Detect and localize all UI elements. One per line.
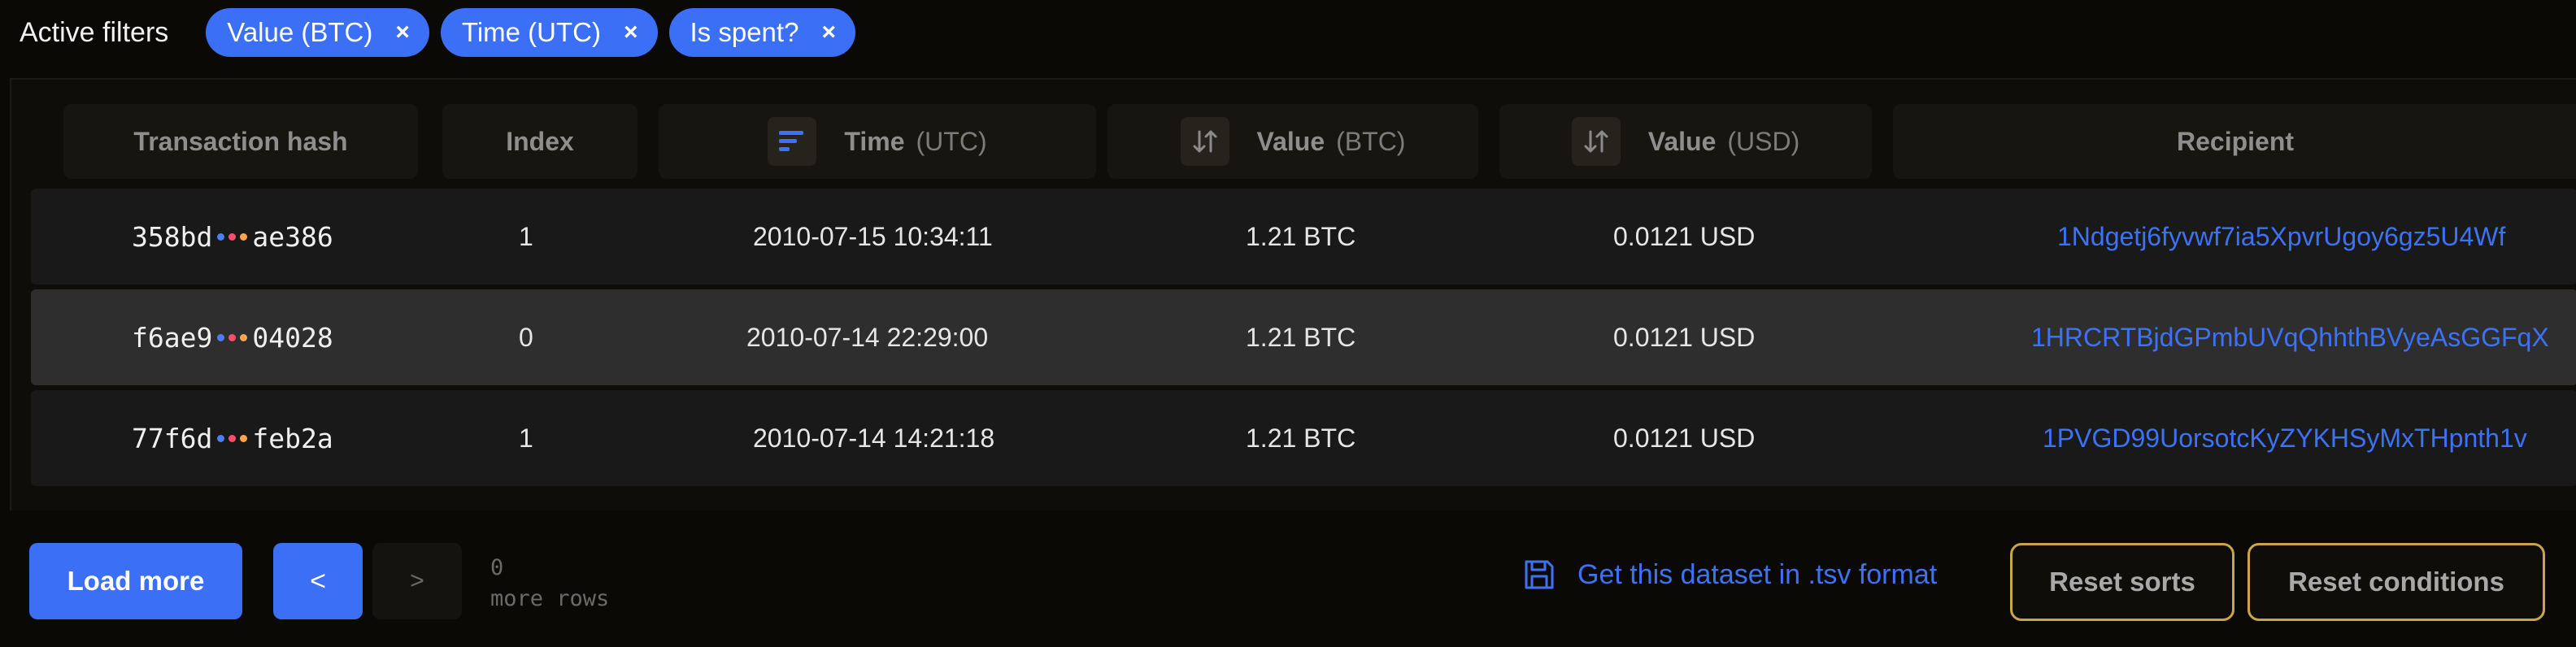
next-page-button[interactable]: > — [372, 543, 462, 619]
close-icon[interactable]: × — [821, 20, 836, 45]
transactions-view: Active filters Value (BTC) × Time (UTC) … — [0, 0, 2576, 647]
column-header-label: Value — [1256, 126, 1325, 156]
column-header-index[interactable]: Index — [442, 104, 637, 179]
column-header-time[interactable]: Time (UTC) — [659, 104, 1096, 179]
transaction-hash[interactable]: f6ae9 04028 — [132, 289, 333, 385]
sort-arrows-icon[interactable] — [1180, 117, 1229, 166]
previous-page-button[interactable]: < — [273, 543, 363, 619]
more-rows-count: 0 — [490, 555, 504, 580]
ellipsis-dots-icon — [217, 434, 248, 442]
filter-chip-label: Is spent? — [690, 17, 799, 47]
value-btc: 1.21 BTC — [1246, 221, 1356, 251]
column-header-unit: (BTC) — [1336, 126, 1406, 156]
value-btc: 1.21 BTC — [1246, 423, 1356, 453]
index-value: 0 — [519, 322, 533, 352]
reset-sorts-button[interactable]: Reset sorts — [2010, 543, 2234, 621]
column-header-hash[interactable]: Transaction hash — [63, 104, 418, 179]
value-usd: 0.0121 USD — [1613, 423, 1756, 453]
column-header-value-btc[interactable]: Value (BTC) — [1107, 104, 1478, 179]
time-value: 2010-07-14 22:29:00 — [746, 322, 989, 352]
column-header-label: Index — [506, 126, 574, 156]
index-value: 1 — [519, 423, 533, 453]
value-btc: 1.21 BTC — [1246, 322, 1356, 352]
filter-chip-time-utc[interactable]: Time (UTC) × — [440, 8, 658, 57]
save-icon — [1525, 560, 1554, 589]
column-header-unit: (USD) — [1727, 126, 1800, 156]
filter-chip-label: Time (UTC) — [461, 17, 601, 47]
index-value: 1 — [519, 221, 533, 251]
time-value: 2010-07-14 14:21:18 — [753, 423, 995, 453]
value-usd: 0.0121 USD — [1613, 322, 1756, 352]
filter-chip-is-spent[interactable]: Is spent? × — [668, 8, 855, 57]
recipient-link[interactable]: 1PVGD99UorsotcKyZYKHSyMxTHpnth1v — [2043, 390, 2527, 486]
active-filters-label: Active filters — [20, 16, 169, 48]
download-tsv-link[interactable]: Get this dataset in .tsv format — [1522, 558, 1937, 592]
value-usd: 0.0121 USD — [1613, 221, 1756, 251]
column-header-unit: (UTC) — [916, 126, 987, 156]
recipient-link[interactable]: 1Ndgetj6fyvwf7ia5XpvrUgoy6gz5U4Wf — [2057, 189, 2505, 284]
table-row[interactable]: 358bd ae386 1 2010-07-15 10:34:11 1.21 B… — [31, 189, 2576, 284]
active-filters-bar: Active filters Value (BTC) × Time (UTC) … — [20, 0, 855, 65]
table-row[interactable]: f6ae9 04028 0 2010-07-14 22:29:00 1.21 B… — [31, 289, 2576, 385]
column-header-label: Recipient — [2176, 126, 2295, 156]
ellipsis-dots-icon — [217, 232, 248, 241]
filter-chip-value-btc[interactable]: Value (BTC) × — [206, 8, 429, 57]
table-row[interactable]: 77f6d feb2a 1 2010-07-14 14:21:18 1.21 B… — [31, 390, 2576, 486]
more-rows-indicator: 0 more rows — [490, 553, 609, 614]
transactions-table: Transaction hash Index Time (UTC) Value … — [10, 78, 2576, 510]
time-value: 2010-07-15 10:34:11 — [753, 221, 993, 251]
sort-arrows-icon[interactable] — [1571, 117, 1621, 166]
column-header-recipient[interactable]: Recipient — [1893, 104, 2576, 179]
column-header-label: Value — [1647, 126, 1717, 156]
more-rows-label: more rows — [490, 586, 610, 611]
transaction-hash[interactable]: 77f6d feb2a — [132, 390, 333, 486]
ellipsis-dots-icon — [217, 333, 248, 341]
close-icon[interactable]: × — [395, 20, 410, 45]
reset-conditions-button[interactable]: Reset conditions — [2247, 543, 2545, 621]
transaction-hash[interactable]: 358bd ae386 — [132, 189, 333, 284]
column-header-label: Transaction hash — [133, 126, 348, 156]
filter-chip-label: Value (BTC) — [227, 17, 373, 47]
load-more-button[interactable]: Load more — [29, 543, 242, 619]
close-icon[interactable]: × — [624, 20, 638, 45]
download-tsv-label: Get this dataset in .tsv format — [1577, 558, 1938, 590]
recipient-link[interactable]: 1HRCRTBjdGPmbUVqQhhthBVyeAsGGFqX — [2031, 289, 2549, 385]
sort-lines-icon[interactable] — [768, 117, 817, 166]
column-header-label: Time — [844, 126, 905, 156]
column-header-value-usd[interactable]: Value (USD) — [1499, 104, 1872, 179]
